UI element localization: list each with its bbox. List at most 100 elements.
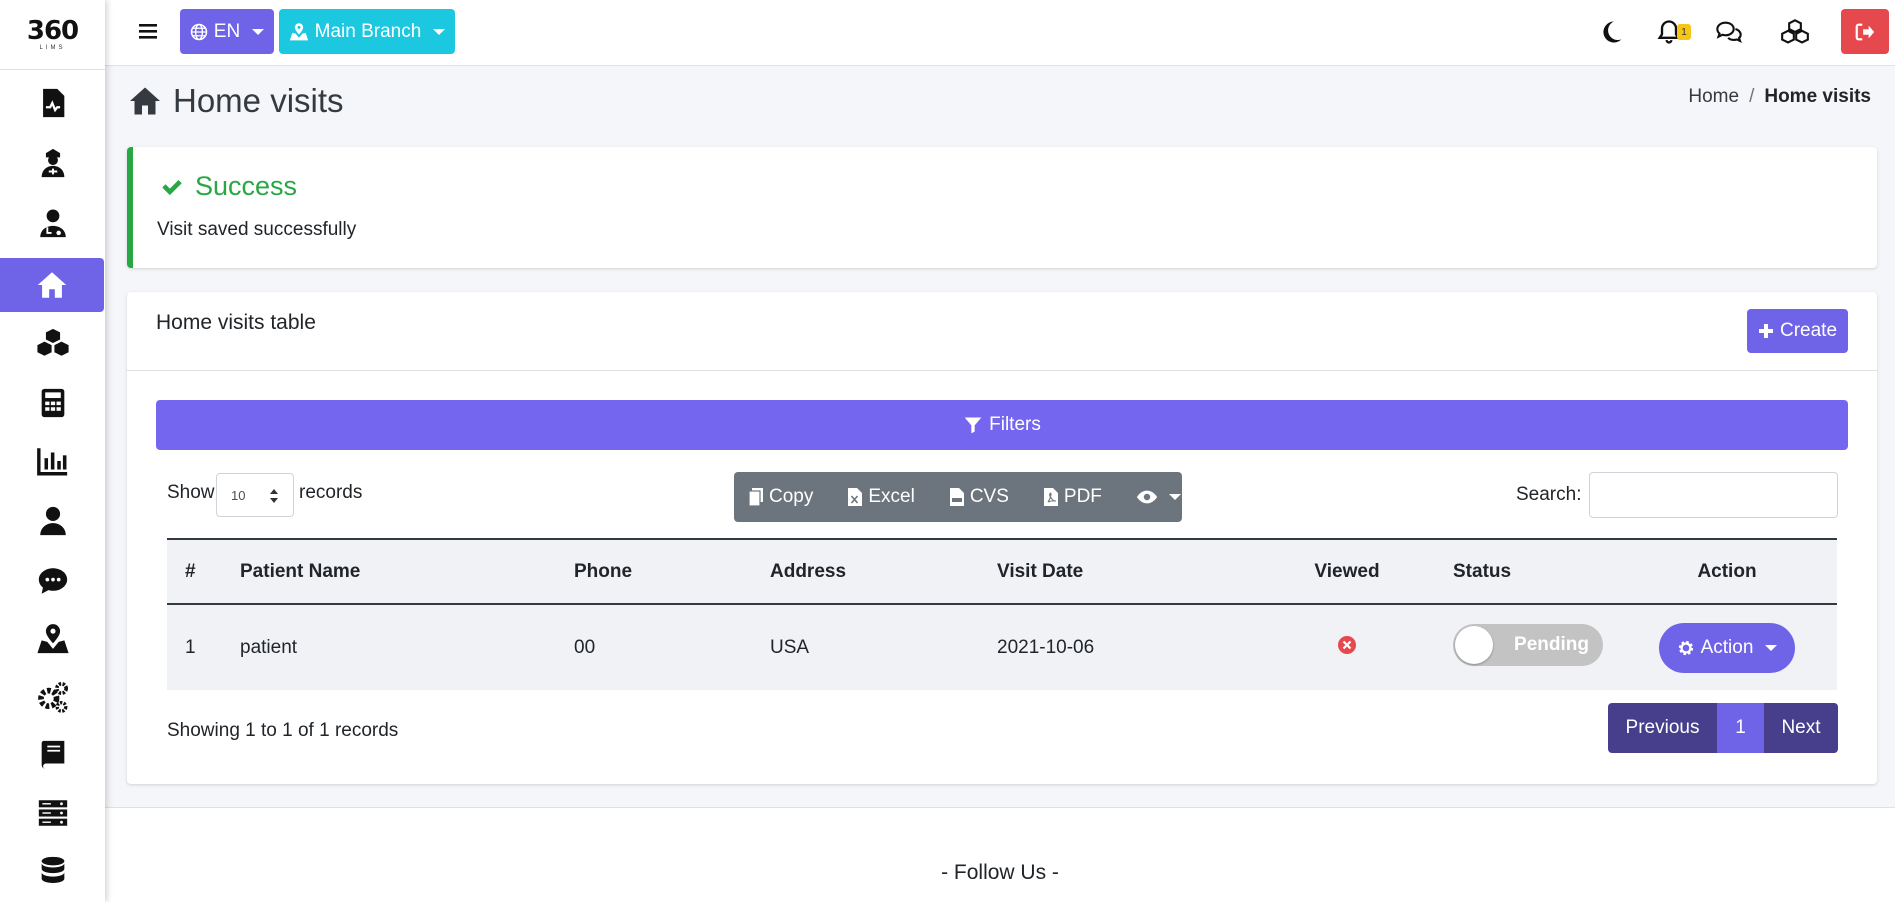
- csv-button[interactable]: CVS: [949, 486, 1009, 508]
- column-visibility-button[interactable]: [1136, 486, 1181, 508]
- eye-icon: [1136, 490, 1157, 504]
- sidebar-item-doctors[interactable]: [0, 196, 105, 250]
- pagination: Previous 1 Next: [1608, 703, 1838, 753]
- comment-dots-icon: [38, 568, 67, 594]
- status-toggle[interactable]: Pending: [1453, 623, 1603, 666]
- copy-icon: [748, 488, 763, 507]
- cogs-icon: [37, 681, 68, 713]
- csv-label: CVS: [969, 486, 1009, 507]
- excel-button[interactable]: Excel: [847, 486, 915, 508]
- toggle-knob: [1455, 625, 1493, 664]
- pdf-label: PDF: [1063, 486, 1102, 507]
- home-icon: [37, 272, 67, 298]
- branch-label: Main Branch: [314, 20, 422, 42]
- show-label: Show: [167, 482, 215, 503]
- sidebar-item-reports[interactable]: [0, 76, 105, 130]
- filters-label: Filters: [989, 414, 1041, 435]
- caret-down-icon: [1765, 644, 1778, 651]
- sort-arrows-icon: [270, 489, 278, 503]
- column-header-visit-date[interactable]: Visit Date: [979, 539, 1259, 604]
- sidebar-item-database[interactable]: [0, 844, 105, 898]
- language-dropdown[interactable]: EN: [180, 9, 274, 54]
- search-input[interactable]: [1589, 472, 1838, 518]
- success-alert: Success Visit saved successfully: [127, 147, 1877, 268]
- hamburger-menu-icon[interactable]: [137, 20, 159, 42]
- user-icon: [39, 506, 66, 536]
- page-title-text: Home visits: [173, 82, 344, 119]
- logout-button[interactable]: [1841, 9, 1889, 54]
- user-doctor-icon: [39, 209, 66, 238]
- sidebar-item-reports-chart[interactable]: [0, 434, 105, 488]
- create-button[interactable]: Create: [1747, 309, 1848, 353]
- cubes-icon: [36, 328, 69, 356]
- dark-mode-moon-icon[interactable]: [1597, 18, 1625, 46]
- follow-us-label: - Follow Us -: [941, 861, 1059, 884]
- sidebar: 360 LIMS: [0, 0, 105, 902]
- breadcrumb-home-link[interactable]: Home: [1688, 86, 1739, 107]
- filters-toggle-button[interactable]: Filters: [156, 400, 1848, 450]
- column-header-number[interactable]: #: [167, 539, 222, 604]
- alert-message: Visit saved successfully: [157, 219, 357, 240]
- table-header-row: # Patient Name Phone Address Visit Date …: [167, 539, 1837, 604]
- filter-icon: [964, 417, 982, 434]
- cell-visit-date: 2021-10-06: [997, 636, 1095, 658]
- column-header-phone[interactable]: Phone: [556, 539, 752, 604]
- copy-label: Copy: [769, 486, 814, 507]
- column-header-patient-name[interactable]: Patient Name: [222, 539, 556, 604]
- column-header-address[interactable]: Address: [752, 539, 979, 604]
- check-icon: [162, 179, 182, 195]
- pdf-button[interactable]: PDF: [1043, 486, 1102, 508]
- cubes-icon[interactable]: [1781, 18, 1809, 46]
- map-marked-icon: [36, 624, 69, 654]
- sidebar-item-tests[interactable]: [0, 316, 105, 370]
- sidebar-item-users[interactable]: [0, 494, 105, 548]
- sidebar-item-server[interactable]: [0, 786, 105, 840]
- cell-address: USA: [770, 636, 810, 658]
- page-length-value: 10: [231, 487, 246, 503]
- home-visits-table: # Patient Name Phone Address Visit Date …: [167, 538, 1837, 690]
- table-row: 1 patient 00 USA 2021-10-06 Pending Acti…: [167, 604, 1837, 690]
- globe-icon: [190, 23, 208, 40]
- sidebar-item-guide[interactable]: [0, 728, 105, 782]
- caret-down-icon: [433, 28, 446, 35]
- logo-text: 360: [26, 16, 79, 46]
- pagination-previous-button[interactable]: Previous: [1608, 703, 1717, 753]
- branch-dropdown[interactable]: Main Branch: [279, 9, 455, 54]
- caret-down-icon: [252, 28, 265, 35]
- column-header-action: Action: [1697, 560, 1757, 582]
- column-header-viewed[interactable]: Viewed: [1259, 539, 1435, 604]
- sidebar-item-nurses[interactable]: [0, 136, 105, 190]
- alert-title-text: Success: [195, 171, 298, 201]
- sidebar-item-accounting[interactable]: [0, 376, 105, 430]
- sidebar-item-settings[interactable]: [0, 670, 105, 724]
- cell-patient-name: patient: [240, 636, 298, 658]
- chat-bubbles-icon[interactable]: [1715, 18, 1743, 46]
- search-label: Search:: [1516, 484, 1582, 505]
- home-visits-table-wrapper: # Patient Name Phone Address Visit Date …: [167, 538, 1837, 690]
- sidebar-item-home-visits[interactable]: [0, 258, 104, 312]
- page-length-select[interactable]: 10: [216, 473, 294, 517]
- action-dropdown-button[interactable]: Action: [1659, 622, 1795, 673]
- copy-button[interactable]: Copy: [748, 486, 813, 508]
- card-title: Home visits table: [156, 311, 316, 334]
- footer: - Follow Us -: [105, 808, 1895, 902]
- gear-icon: [1678, 640, 1693, 655]
- page-title: Home visits: [127, 78, 344, 124]
- file-excel-icon: [848, 488, 863, 506]
- sidebar-item-chat[interactable]: [0, 554, 105, 608]
- sidebar-item-branches[interactable]: [0, 612, 105, 666]
- pagination-next-button[interactable]: Next: [1764, 703, 1838, 753]
- status-label: Pending: [1514, 633, 1589, 655]
- plus-icon: [1758, 324, 1773, 338]
- records-label: records: [299, 482, 363, 503]
- column-header-status[interactable]: Status: [1435, 539, 1617, 604]
- calculator-icon: [41, 388, 64, 418]
- cell-number: 1: [185, 636, 196, 658]
- file-pdf-icon: [1043, 488, 1058, 506]
- breadcrumb-separator: /: [1749, 86, 1755, 107]
- notification-count-badge: 1: [1677, 24, 1691, 40]
- user-nurse-icon: [41, 148, 64, 178]
- pagination-page-1[interactable]: 1: [1717, 703, 1764, 753]
- app-logo[interactable]: 360 LIMS: [0, 0, 105, 70]
- home-visits-card: Home visits table Create Filters Show 10…: [127, 292, 1877, 784]
